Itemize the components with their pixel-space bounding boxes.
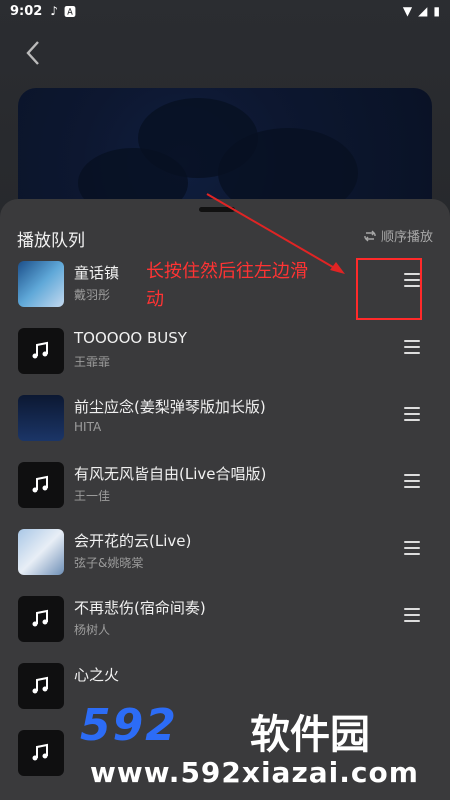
watermark-brand: 软件园 [250,712,370,758]
song-title: 心之火 [74,666,120,684]
list-item[interactable]: TOOOOO BUSY 王霏霏 [0,320,450,386]
annotation-text: 长按住然后往左边滑动 [146,261,308,310]
list-item[interactable]: 会开花的云(Live) 弦子&姚晓棠 [0,521,450,587]
drag-menu-icon[interactable] [404,608,420,622]
list-item[interactable]: 有风无风皆自由(Live合唱版) 王一佳 [0,454,450,520]
drag-handle[interactable] [199,207,235,212]
song-title: 童话镇 [74,264,120,282]
annotation-highlight-box [356,258,422,320]
music-note-icon [18,462,64,508]
cover-art [18,395,64,441]
back-button[interactable] [20,38,46,68]
song-title: 有风无风皆自由(Live合唱版) [74,465,267,483]
chevron-left-icon [26,41,39,65]
status-bar: 9:02 ♪ 🅰 ▼ ◢ ▮ [0,0,450,22]
song-title: 不再悲伤(宿命间奏) [74,599,206,617]
cover-art [18,261,64,307]
song-artist: 弦子&姚晓棠 [74,556,144,570]
song-artist: 王霏霏 [74,355,111,369]
status-right-icons: ▼ ◢ ▮ [403,4,440,18]
watermark: 592 软件园 www.592xiazai.com [60,700,450,800]
drag-menu-icon[interactable] [404,407,420,421]
drag-menu-icon[interactable] [404,474,420,488]
play-mode-button[interactable]: 顺序播放 [363,226,433,245]
play-mode-label: 顺序播放 [380,230,433,245]
song-title: TOOOOO BUSY [74,329,187,347]
watermark-url: www.592xiazai.com [90,756,419,789]
song-artist: HITA [74,420,102,434]
song-artist: 杨树人 [74,623,111,637]
battery-icon: ▮ [433,4,440,18]
list-item[interactable]: 前尘应念(姜梨弹琴版加长版) HITA [0,387,450,453]
song-artist: 王一佳 [74,489,111,503]
song-title: 前尘应念(姜梨弹琴版加长版) [74,398,266,416]
music-note-icon [18,663,64,709]
watermark-logo: 592 [80,700,178,751]
music-note-icon [18,328,64,374]
drag-menu-icon[interactable] [404,340,420,354]
music-note-icon [18,596,64,642]
drag-menu-icon[interactable] [404,541,420,555]
cover-art [18,529,64,575]
list-item[interactable]: 不再悲伤(宿命间奏) 杨树人 [0,588,450,654]
signal-icon: ◢ [418,4,428,18]
queue-title: 播放队列 [17,231,85,251]
music-note-icon [18,730,64,776]
a-icon: 🅰 [64,4,77,19]
repeat-icon [364,230,376,241]
wifi-icon: ▼ [402,4,413,18]
status-time: 9:02 [10,3,43,19]
song-title: 会开花的云(Live) [74,532,192,550]
song-artist: 戴羽彤 [74,288,111,302]
music-note-icon: ♪ [50,4,59,18]
